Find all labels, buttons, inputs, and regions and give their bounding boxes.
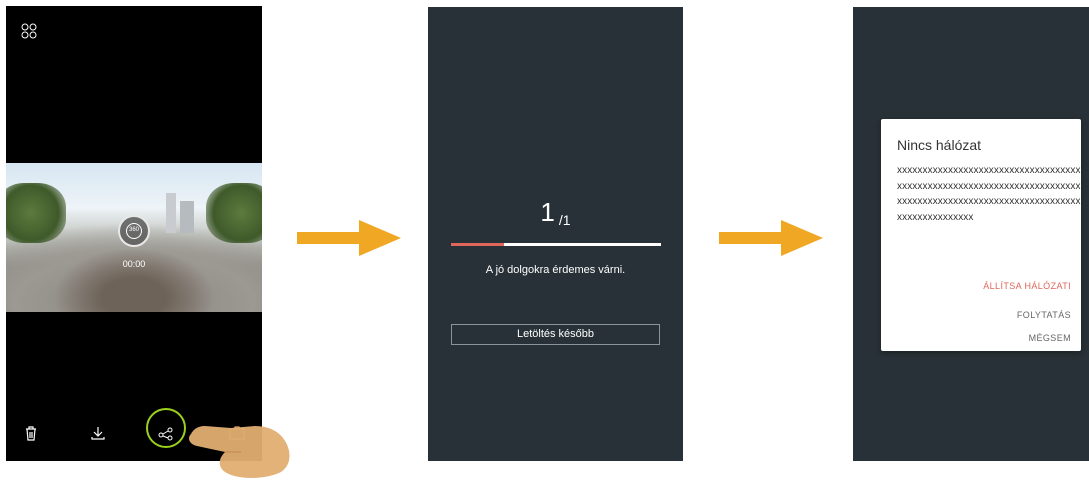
no-network-screen: Nincs hálózat xxxxxxxxxxxxxxxxxxxxxxxxxx… [853,7,1089,461]
viewer-screen: 360 00:00 [6,6,262,461]
grid-icon[interactable] [20,22,38,40]
wait-message: A jó dolgokra érdemes várni. [485,264,626,276]
arrow-right-icon [719,220,823,256]
download-later-button[interactable]: Letöltés később [451,324,660,345]
time-label: 00:00 [122,259,146,269]
cancel-button[interactable]: MÉGSEM [1029,333,1071,343]
play-360-button[interactable]: 360 [118,215,150,247]
dialog-body: xxxxxxxxxxxxxxxxxxxxxxxxxxxxxxxxxxxxxxxx… [897,165,1081,223]
download-screen: 1/1 A jó dolgokra érdemes várni. Letölté… [428,7,683,461]
arrow-right-icon [297,220,401,256]
no-network-dialog: Nincs hálózat xxxxxxxxxxxxxxxxxxxxxxxxxx… [881,119,1081,351]
play-360-label: 360 [128,227,139,233]
panorama-preview[interactable]: 360 00:00 [6,163,262,312]
hand-pointer-icon [189,426,290,478]
count-current: 1 [540,197,555,227]
count-total: /1 [558,212,571,228]
progress-fill [451,243,504,246]
dialog-title: Nincs hálózat [897,137,982,153]
trash-icon[interactable] [22,424,40,442]
continue-button[interactable]: FOLYTATÁS [1017,310,1071,320]
download-icon[interactable] [89,424,107,442]
download-counter: 1/1 [428,197,683,228]
progress-bar [451,243,661,246]
share-icon[interactable] [157,424,175,442]
network-settings-button[interactable]: ÁLLÍTSA HÁLÓZATI [983,281,1071,291]
